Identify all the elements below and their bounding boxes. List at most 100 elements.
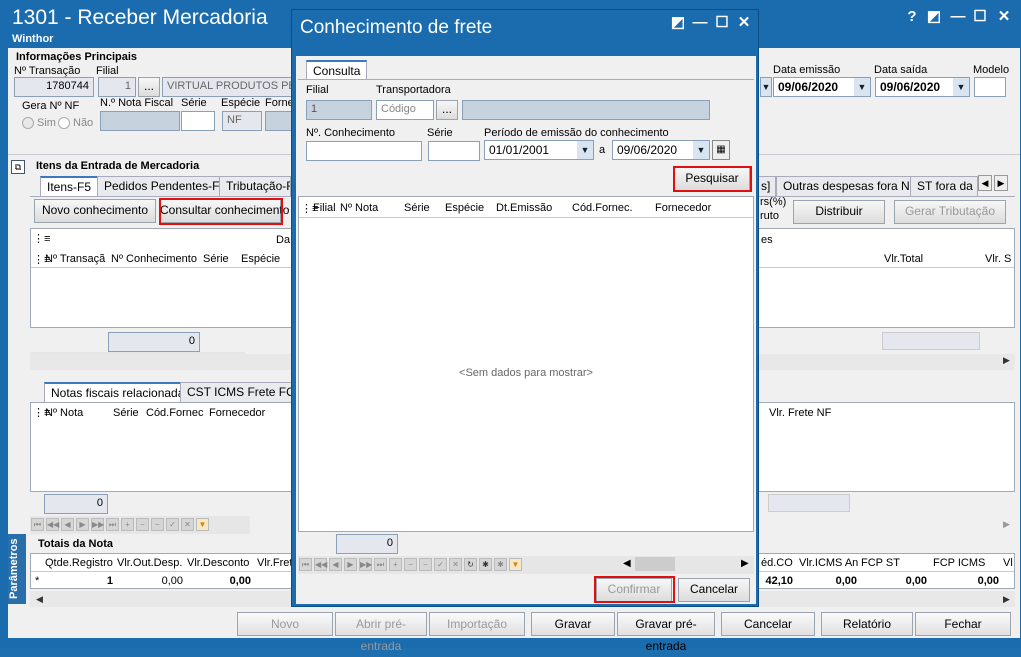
- tab-scroll-left-icon[interactable]: ◀: [978, 175, 992, 191]
- tab-tributacao[interactable]: Tributação-F6: [219, 176, 291, 196]
- transportadora-lookup-button[interactable]: ...: [436, 100, 458, 120]
- scroll-thumb[interactable]: [635, 557, 675, 571]
- sim-radio[interactable]: [22, 117, 34, 129]
- col-cod-fornec[interactable]: Cód.Fornec: [146, 407, 203, 419]
- nota-fiscal-field[interactable]: [100, 111, 180, 131]
- col-serie[interactable]: Série: [404, 202, 430, 214]
- chevron-down-icon[interactable]: ▼: [693, 141, 709, 159]
- chevron-down-icon[interactable]: ▼: [953, 78, 969, 96]
- tab-partial[interactable]: s]: [758, 176, 776, 196]
- transportadora-code-input[interactable]: Código: [376, 100, 434, 120]
- novo-button[interactable]: Novo: [237, 612, 333, 636]
- col-vlr-frete-nf[interactable]: Vlr. Frete NF: [769, 407, 831, 419]
- modelo-field[interactable]: [974, 77, 1006, 97]
- notas-count: 0: [44, 494, 108, 514]
- chevron-down-icon[interactable]: ▼: [854, 78, 870, 96]
- col-serie[interactable]: Série: [203, 253, 229, 265]
- filial-field[interactable]: 1: [98, 77, 136, 97]
- col-nr-nota[interactable]: Nº Nota: [45, 407, 83, 419]
- close-icon[interactable]: ✕: [734, 14, 754, 32]
- col-especie[interactable]: Espécie: [445, 202, 484, 214]
- scroll-right-icon[interactable]: ▶: [1003, 355, 1010, 366]
- abrir-pre-entrada-button[interactable]: Abrir pré-entrada: [335, 612, 427, 653]
- tab-consulta[interactable]: Consulta: [306, 60, 368, 80]
- col-vlr-total[interactable]: Vlr.Total: [884, 253, 923, 265]
- periodo-label: Período de emissão do conhecimento: [484, 127, 669, 139]
- especie-field[interactable]: NF: [222, 111, 262, 131]
- chevron-down-icon[interactable]: ▼: [577, 141, 593, 159]
- col-fornecedor[interactable]: Fornecedor: [209, 407, 265, 419]
- novo-conhecimento-button[interactable]: Novo conhecimento: [34, 199, 156, 223]
- col-qtde-registro[interactable]: Qtde.Registro: [45, 557, 113, 569]
- data-emissao-combo[interactable]: 09/06/2020 ▼: [773, 77, 871, 97]
- calendar-icon[interactable]: ▦: [712, 140, 730, 160]
- help-icon[interactable]: ?: [902, 8, 922, 26]
- scroll-right-icon[interactable]: ▶: [1003, 519, 1010, 530]
- fornecedor-field[interactable]: [265, 111, 293, 131]
- col-vlr-s[interactable]: Vlr. S: [985, 253, 1011, 265]
- cancelar-button[interactable]: Cancelar: [721, 612, 815, 636]
- col-vlr-frete[interactable]: Vlr.Fret: [257, 557, 292, 569]
- col-filial[interactable]: Filial: [313, 202, 336, 214]
- tab-st-fora[interactable]: ST fora da N: [910, 176, 978, 196]
- col-cod-fornec[interactable]: Cód.Fornec.: [572, 202, 633, 214]
- col-serie[interactable]: Série: [113, 407, 139, 419]
- undock-icon[interactable]: ⧉: [11, 160, 25, 174]
- maximize-icon[interactable]: ☐: [712, 14, 732, 32]
- col-dt-emissao[interactable]: Dt.Emissão: [496, 202, 552, 214]
- col-fcp-icms[interactable]: FCP ICMS: [933, 557, 985, 569]
- col-ced-co[interactable]: éd.CO: [761, 557, 793, 569]
- fechar-button[interactable]: Fechar: [915, 612, 1011, 636]
- tab-pedidos-pendentes[interactable]: Pedidos Pendentes-F6: [97, 176, 234, 196]
- col-vlr-desconto[interactable]: Vlr.Desconto: [187, 557, 249, 569]
- tab-outras-despesas[interactable]: Outras despesas fora NF: [776, 176, 925, 196]
- col-nr-transacao[interactable]: Nº Transaçã: [45, 253, 105, 265]
- minimize-icon[interactable]: —: [690, 14, 710, 32]
- col-vlr-icms-an[interactable]: Vlr.ICMS An: [799, 557, 858, 569]
- scroll-left-icon[interactable]: ◀: [36, 594, 43, 605]
- restore-layout-icon[interactable]: ◩: [924, 8, 944, 26]
- relatorio-button[interactable]: Relatório: [821, 612, 913, 636]
- tab-itens[interactable]: Itens-F5: [40, 176, 99, 196]
- serie-input[interactable]: [428, 141, 480, 161]
- grid-menu-icon[interactable]: ⋮≡: [33, 232, 50, 245]
- nao-radio[interactable]: [58, 117, 70, 129]
- filial-name-field: VIRTUAL PRODUTOS PESS: [162, 77, 292, 97]
- parametros-side-tab[interactable]: Parâmetros: [8, 534, 26, 604]
- filial-field[interactable]: 1: [306, 100, 372, 120]
- filter-icon[interactable]: ▼: [196, 518, 209, 531]
- data-inicio-combo[interactable]: 01/01/2001 ▼: [484, 140, 594, 160]
- col-especie[interactable]: Espécie: [241, 253, 280, 265]
- tab-notas-fiscais[interactable]: Notas fiscais relacionadas: [44, 382, 198, 402]
- distribuir-button[interactable]: Distribuir: [793, 200, 885, 224]
- results-navigator[interactable]: ⏮ ◀◀ ◀ ▶ ▶▶ ⏭ + − − ✓ ✕ ↻ ✱ ✱ ▼: [298, 556, 754, 574]
- scroll-left-icon[interactable]: ◀: [623, 558, 631, 569]
- gravar-pre-entrada-button[interactable]: Gravar pré-entrada: [617, 612, 715, 653]
- scroll-right-icon[interactable]: ▶: [741, 558, 749, 569]
- notas-navigator[interactable]: ⏮ ◀◀ ◀ ▶ ▶▶ ⏭ + − − ✓ ✕ ▼: [30, 516, 250, 534]
- data-fim-combo[interactable]: 09/06/2020 ▼: [612, 140, 710, 160]
- dialog-cancelar-button[interactable]: Cancelar: [678, 578, 750, 602]
- col-nr-nota[interactable]: Nº Nota: [340, 202, 378, 214]
- filter-icon[interactable]: ▼: [509, 558, 522, 571]
- col-vl[interactable]: Vl: [1003, 557, 1013, 569]
- minimize-icon[interactable]: —: [948, 8, 968, 26]
- close-icon[interactable]: ✕: [994, 8, 1014, 26]
- serie-field[interactable]: [181, 111, 215, 131]
- col-fcp-st[interactable]: FCP ST: [861, 557, 900, 569]
- gerar-tributacao-button[interactable]: Gerar Tributação: [894, 200, 1006, 224]
- col-fornecedor[interactable]: Fornecedor: [655, 202, 711, 214]
- gravar-button[interactable]: Gravar: [531, 612, 615, 636]
- conhecimento-input[interactable]: [306, 141, 422, 161]
- tab-scroll-right-icon[interactable]: ▶: [994, 175, 1008, 191]
- scroll-right-icon[interactable]: ▶: [1003, 594, 1010, 605]
- data-saida-combo[interactable]: 09/06/2020 ▼: [875, 77, 970, 97]
- combo-arrow-left[interactable]: ▼: [760, 77, 772, 97]
- filial-lookup-button[interactable]: ...: [138, 77, 160, 97]
- nr-transacao-field[interactable]: 1780744: [14, 77, 94, 97]
- col-nr-conhecimento[interactable]: Nº Conhecimento: [111, 253, 197, 265]
- maximize-icon[interactable]: ☐: [970, 8, 990, 26]
- importacao-button[interactable]: Importação: [429, 612, 525, 636]
- restore-layout-icon[interactable]: ◩: [668, 14, 688, 32]
- col-vlr-out-desp[interactable]: Vlr.Out.Desp.: [117, 557, 182, 569]
